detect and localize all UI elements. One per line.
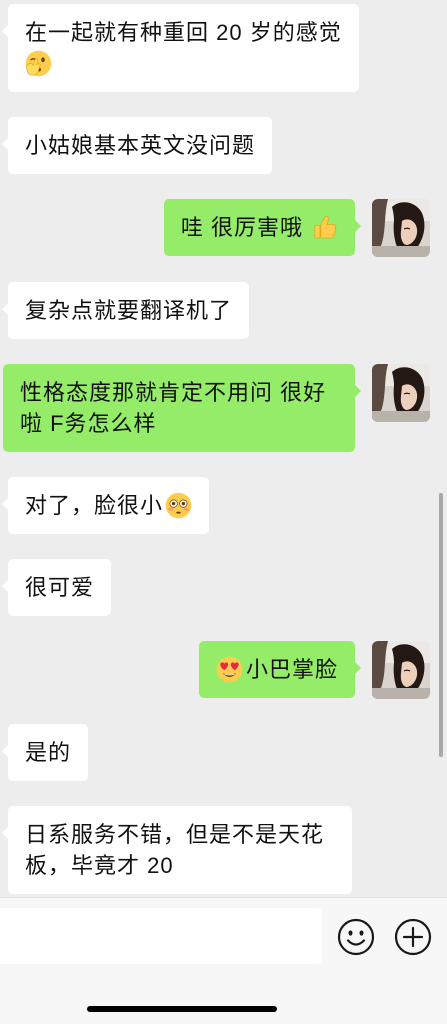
message-bubble-incoming[interactable]: 对了，脸很小 — [1, 477, 210, 534]
message-row: 对了，脸很小 — [0, 477, 447, 534]
thumbs-up-icon — [311, 214, 338, 241]
message-row: 很可爱 — [0, 559, 447, 616]
message-text: 对了，脸很小 — [25, 493, 164, 518]
input-bar — [0, 897, 447, 1024]
message-bubble-incoming[interactable]: 是的 — [1, 724, 89, 781]
message-bubble-incoming[interactable]: 小姑娘基本英文没问题 — [1, 117, 273, 174]
message-bubble-incoming[interactable]: 很可爱 — [1, 559, 112, 616]
face-with-peeking-eye-icon — [25, 48, 52, 79]
message-text: 在一起就有种重回 20 岁的感觉 — [25, 20, 342, 45]
message-bubble-outgoing[interactable]: 小巴掌脸 — [198, 641, 362, 698]
smiley-icon — [337, 918, 375, 956]
message-row: 日系服务不错，但是不是天花板，毕竟才 20 — [0, 806, 447, 894]
message-text: 很可爱 — [25, 575, 95, 600]
avatar[interactable] — [372, 199, 430, 257]
message-row: 复杂点就要翻译机了 — [0, 282, 447, 339]
message-text: 日系服务不错，但是不是天花板，毕竟才 20 — [25, 822, 325, 878]
message-text: 小巴掌脸 — [245, 657, 338, 682]
smiling-face-with-heart-eyes-icon — [216, 656, 243, 683]
message-text: 哇 很厉害哦 — [180, 215, 303, 240]
message-bubble-outgoing[interactable]: 哇 很厉害哦 — [163, 199, 362, 256]
message-row: 哇 很厉害哦 — [0, 199, 447, 257]
message-row: 小巴掌脸 — [0, 641, 447, 699]
message-row: 性格态度那就肯定不用问 很好啦 F务怎么样 — [0, 364, 447, 452]
message-list[interactable]: 在一起就有种重回 20 岁的感觉 小姑娘基本英文没问题 哇 很厉害哦 复杂点就要… — [0, 4, 447, 897]
emoji-button[interactable] — [337, 918, 375, 956]
more-button[interactable] — [394, 918, 432, 956]
message-bubble-outgoing[interactable]: 性格态度那就肯定不用问 很好啦 F务怎么样 — [3, 364, 361, 452]
message-bubble-incoming[interactable]: 日系服务不错，但是不是天花板，毕竟才 20 — [2, 806, 352, 894]
message-input[interactable] — [0, 908, 322, 964]
message-row: 是的 — [0, 724, 447, 781]
flushed-face-icon — [165, 492, 192, 519]
message-text: 小姑娘基本英文没问题 — [25, 133, 256, 158]
message-text: 是的 — [25, 740, 72, 765]
message-text: 性格态度那就肯定不用问 很好啦 F务怎么样 — [20, 380, 327, 436]
message-row: 小姑娘基本英文没问题 — [0, 117, 447, 174]
message-text: 复杂点就要翻译机了 — [25, 298, 233, 323]
avatar[interactable] — [372, 364, 430, 422]
message-bubble-incoming[interactable]: 在一起就有种重回 20 岁的感觉 — [2, 4, 359, 92]
scrollbar[interactable] — [439, 493, 443, 757]
message-row: 在一起就有种重回 20 岁的感觉 — [0, 4, 447, 92]
plus-circle-icon — [394, 918, 432, 956]
chat-screen: 在一起就有种重回 20 岁的感觉 小姑娘基本英文没问题 哇 很厉害哦 复杂点就要… — [0, 0, 447, 1024]
home-indicator — [87, 1006, 277, 1012]
message-bubble-incoming[interactable]: 复杂点就要翻译机了 — [1, 282, 250, 339]
avatar[interactable] — [372, 641, 430, 699]
